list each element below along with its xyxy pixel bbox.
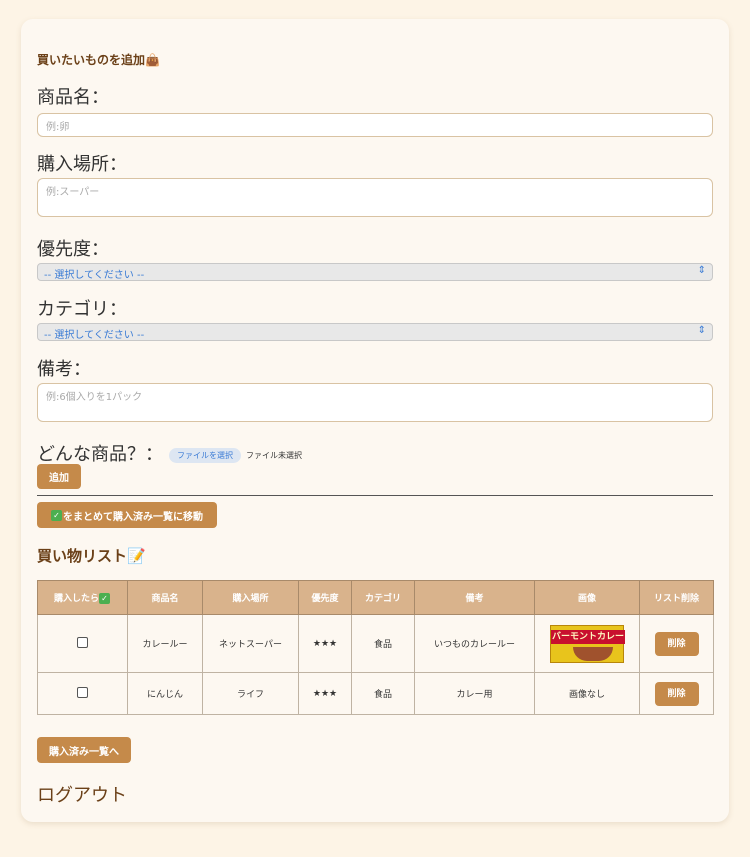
name-label: 商品名： — [37, 87, 109, 108]
move-to-purchased-button[interactable]: ✓ をまとめて購入済み一覧に移動 — [37, 502, 217, 528]
col-priority: 優先度 — [298, 580, 352, 615]
item-name: カレールー — [127, 614, 203, 673]
image-label: どんな商品？： — [37, 444, 163, 465]
priority-label: 優先度： — [37, 239, 109, 260]
delete-button[interactable]: 削除 — [654, 631, 699, 656]
file-select-button[interactable]: ファイルを選択 — [169, 448, 241, 463]
shopping-table: 購入したら ✓ 商品名 購入場所 優先度 カテゴリ 備考 画像 リスト削除 カレー… — [37, 580, 714, 715]
col-purchased: 購入したら ✓ — [37, 580, 128, 615]
name-input[interactable]: 例:卵 — [37, 113, 713, 137]
chevron-updown-icon: ⇕ — [697, 265, 706, 276]
place-input[interactable]: 例:スーパー — [37, 178, 713, 217]
col-note: 備考 — [414, 580, 535, 615]
file-status: ファイル未選択 — [246, 451, 302, 460]
col-place: 購入場所 — [202, 580, 299, 615]
product-image-logo: バーモントカレー — [551, 629, 625, 644]
priority-select[interactable]: -- 選択してください -- ⇕ — [37, 263, 713, 281]
col-name: 商品名 — [127, 580, 203, 615]
item-note: いつものカレールー — [414, 614, 535, 673]
col-category: カテゴリ — [351, 580, 415, 615]
item-name: にんじん — [127, 672, 203, 715]
item-note: カレー用 — [414, 672, 535, 715]
table-row: カレールー ネットスーパー ★★★ 食品 いつものカレールー バーモントカレー … — [37, 614, 714, 673]
table-row: にんじん ライフ ★★★ 食品 カレー用 画像なし 削除 — [37, 672, 714, 715]
item-image-none: 画像なし — [534, 672, 640, 715]
move-button-label: をまとめて購入済み一覧に移動 — [63, 511, 203, 523]
item-category: 食品 — [351, 614, 415, 673]
item-place: ライフ — [202, 672, 299, 715]
add-item-heading: 買いたいものを追加👜 — [37, 53, 160, 67]
purchased-checkbox[interactable] — [77, 636, 88, 648]
category-select[interactable]: -- 選択してください -- ⇕ — [37, 323, 713, 341]
category-label: カテゴリ： — [37, 299, 127, 320]
purchased-list-button[interactable]: 購入済み一覧へ — [37, 737, 131, 763]
category-select-value: -- 選択してください -- — [44, 330, 145, 341]
delete-button[interactable]: 削除 — [654, 681, 699, 706]
item-place: ネットスーパー — [202, 614, 299, 673]
item-priority: ★★★ — [298, 672, 352, 715]
product-image: バーモントカレー — [550, 624, 625, 663]
col-delete: リスト削除 — [639, 580, 714, 615]
item-category: 食品 — [351, 672, 415, 715]
purchased-checkbox[interactable] — [77, 686, 88, 698]
priority-select-value: -- 選択してください -- — [44, 270, 145, 281]
check-icon: ✓ — [51, 509, 62, 521]
note-label: 備考： — [37, 359, 91, 380]
divider — [37, 495, 713, 496]
table-header-row: 購入したら ✓ 商品名 購入場所 優先度 カテゴリ 備考 画像 リスト削除 — [37, 580, 714, 615]
item-priority: ★★★ — [298, 614, 352, 673]
add-button[interactable]: 追加 — [37, 464, 81, 489]
note-input[interactable]: 例:6個入りを1パック — [37, 383, 713, 422]
col-image: 画像 — [534, 580, 640, 615]
chevron-updown-icon: ⇕ — [697, 325, 706, 336]
check-icon: ✓ — [99, 593, 110, 604]
shopping-list-heading: 買い物リスト📝 — [37, 547, 146, 565]
main-card: 買いたいものを追加👜 商品名： 例:卵 購入場所： 例:スーパー 優先度： --… — [21, 19, 729, 822]
place-label: 購入場所： — [37, 154, 127, 175]
logout-link[interactable]: ログアウト — [37, 781, 127, 807]
